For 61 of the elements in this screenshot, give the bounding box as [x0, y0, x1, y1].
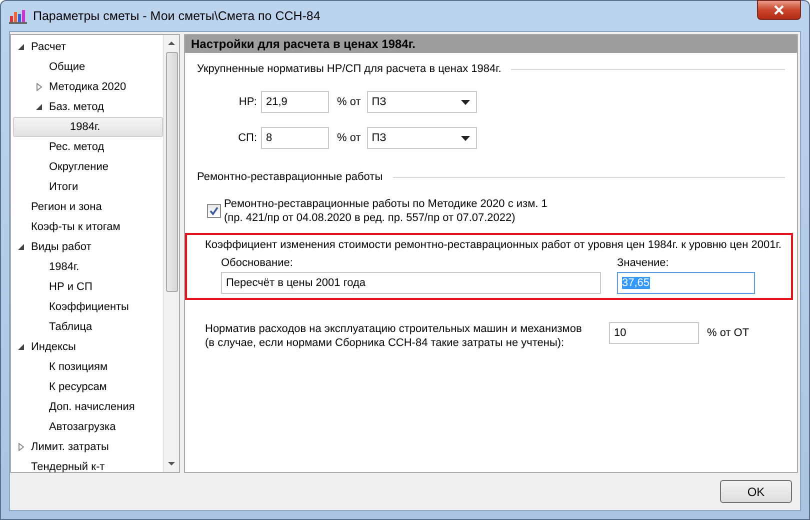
unit-label: % от: [337, 96, 361, 108]
tree-item[interactable]: Лимит. затраты: [11, 437, 163, 457]
tree-item[interactable]: Расчет: [11, 37, 163, 57]
tree-item[interactable]: Таблица: [11, 317, 163, 337]
setting-label: Норматив расходов на эксплуатацию строительных машин и механизмов: [205, 322, 583, 336]
dropdown-arrow-icon: [460, 136, 470, 140]
tree-item[interactable]: Автозагрузка: [11, 417, 163, 437]
expanded-arrow-icon[interactable]: [17, 243, 25, 251]
dropdown[interactable]: ПЗ: [366, 91, 477, 113]
tree-item[interactable]: 1984г.: [11, 257, 163, 277]
expanded-arrow-icon[interactable]: [35, 103, 43, 111]
tree-item[interactable]: НР и СП: [11, 277, 163, 297]
input-field[interactable]: 10: [609, 322, 699, 344]
tree-item[interactable]: Округление: [11, 157, 163, 177]
dropdown-arrow-icon: [460, 100, 470, 104]
window-title: Параметры сметы - Мои сметы\Смета по ССН-84: [33, 9, 320, 23]
tree-item[interactable]: 1984г.: [13, 117, 163, 137]
tree-item[interactable]: Методика 2020: [11, 77, 163, 97]
scroll-up-icon[interactable]: [168, 41, 175, 46]
input-field[interactable]: Пересчёт в цены 2001 года: [221, 272, 601, 294]
tree-item[interactable]: Регион и зона: [11, 197, 163, 217]
tree-item[interactable]: Рес. метод: [11, 137, 163, 157]
field-label: НР:: [238, 96, 257, 108]
app-icon: [9, 8, 27, 24]
tree-item[interactable]: Коэф-ты к итогам: [11, 217, 163, 237]
tree-item[interactable]: К позициям: [11, 357, 163, 377]
collapsed-arrow-icon[interactable]: [17, 443, 25, 451]
scroll-thumb[interactable]: [166, 52, 178, 292]
unit-label: % от ОТ: [707, 326, 750, 341]
checkbox-label: Ремонтно-реставрационные работы по Методике 2020 с изм. 1: [224, 197, 548, 211]
field-label: Значение:: [617, 257, 670, 269]
expanded-arrow-icon[interactable]: [17, 343, 25, 351]
dropdown[interactable]: ПЗ: [366, 127, 477, 149]
tree-item[interactable]: Баз. метод: [11, 97, 163, 117]
field-label: Обоснование:: [221, 257, 294, 269]
close-button[interactable]: [757, 0, 801, 20]
collapsed-arrow-icon[interactable]: [35, 83, 43, 91]
checkbox-label: (пр. 421/пр от 04.08.2020 в ред. пр. 557/пр от 07.07.2022): [224, 211, 516, 225]
tree-item[interactable]: Коэффициенты: [11, 297, 163, 317]
checkbox[interactable]: [207, 204, 221, 218]
tree-item[interactable]: Индексы: [11, 337, 163, 357]
tree-item[interactable]: Тендерный к-т: [11, 457, 163, 477]
tree-item[interactable]: К ресурсам: [11, 377, 163, 397]
tree-item[interactable]: Итоги: [11, 177, 163, 197]
expanded-arrow-icon[interactable]: [17, 43, 25, 51]
tree-item[interactable]: Общие: [11, 57, 163, 77]
unit-label: % от: [337, 132, 361, 144]
scroll-down-icon[interactable]: [168, 461, 175, 466]
section-title: Коэффициент изменения стоимости ремонтно-реставрационных работ от уровня цен 1984г. к уровню цен 2001г.: [205, 239, 782, 251]
field-label: СП:: [237, 132, 257, 144]
input-field[interactable]: 21,9: [261, 91, 329, 113]
group-title: Укрупненные нормативы НР/СП для расчета в ценах 1984г.: [197, 63, 502, 75]
group-title: Ремонтно-реставрационные работы: [197, 171, 383, 183]
panel-header: Настройки для расчета в ценах 1984г.: [185, 35, 797, 53]
setting-label: (в случае, если нормами Сборника ССН-84 такие затраты не учтены):: [205, 336, 566, 350]
input-field[interactable]: 8: [261, 127, 329, 149]
tree-item[interactable]: Доп. начисления: [11, 397, 163, 417]
ok-button[interactable]: OK: [720, 480, 792, 503]
scrollbar[interactable]: [163, 35, 179, 472]
close-icon: [774, 5, 784, 15]
tree-item[interactable]: Виды работ: [11, 237, 163, 257]
